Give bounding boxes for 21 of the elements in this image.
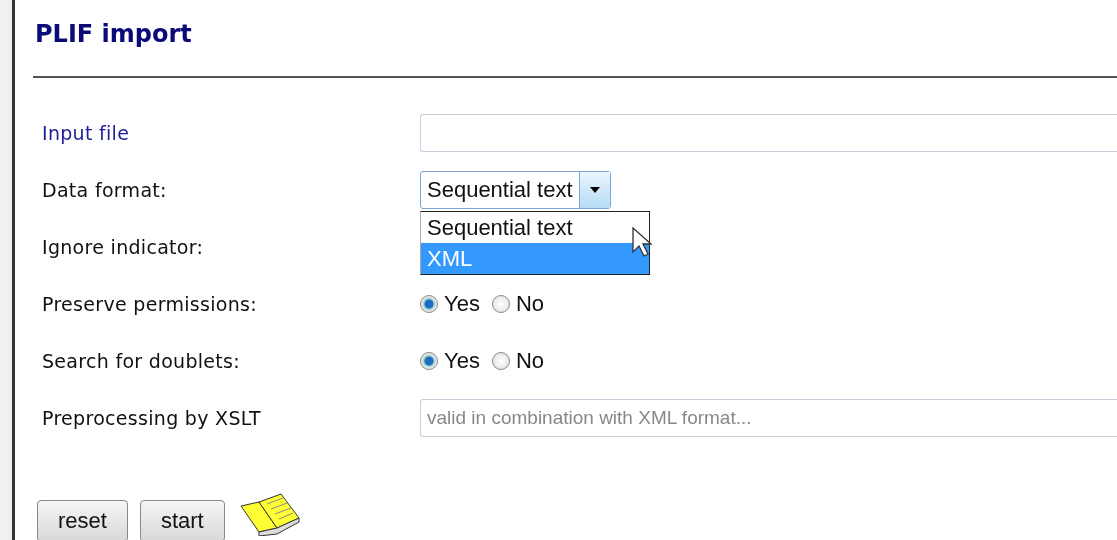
radio-label: No bbox=[515, 290, 544, 317]
radio-label: No bbox=[515, 347, 544, 374]
field-label: Preprocessing by XSLT bbox=[42, 406, 262, 429]
start-button[interactable]: start bbox=[139, 500, 225, 540]
field-label: Ignore indicator: bbox=[42, 235, 205, 258]
format-select[interactable]: Sequential text bbox=[420, 170, 611, 209]
radio-label: Yes bbox=[444, 347, 480, 374]
caret-icon bbox=[589, 186, 600, 193]
radio-button[interactable] bbox=[420, 351, 438, 370]
input-field[interactable] bbox=[420, 113, 1117, 152]
reset-button[interactable]: reset bbox=[37, 500, 128, 540]
radio-label: Yes bbox=[444, 290, 480, 317]
radio-button[interactable] bbox=[491, 294, 510, 313]
radio-button[interactable] bbox=[491, 351, 510, 370]
radio-button[interactable] bbox=[420, 294, 438, 313]
field-label: Data format: bbox=[42, 178, 168, 201]
input-field[interactable]: valid in combination with XML format... bbox=[420, 398, 1117, 437]
field-label: Preserve permissions: bbox=[42, 292, 258, 315]
page-title: PLIF import bbox=[35, 19, 193, 50]
field-label: Search for doublets: bbox=[42, 349, 241, 372]
input-file-link[interactable]: Input file bbox=[42, 121, 420, 144]
